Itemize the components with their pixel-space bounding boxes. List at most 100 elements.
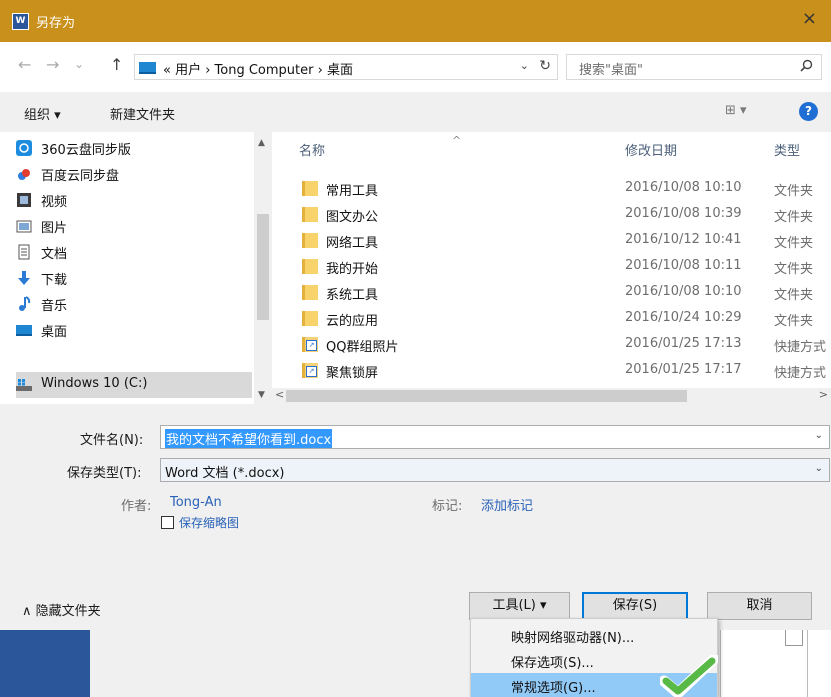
save-button[interactable]: 保存(S) bbox=[582, 592, 688, 620]
nav-item-pictures[interactable]: 图片 bbox=[16, 213, 252, 239]
scroll-left-icon[interactable]: < bbox=[275, 388, 284, 401]
scroll-up-icon[interactable]: ▲ bbox=[258, 138, 265, 148]
scrollbar-thumb[interactable] bbox=[286, 390, 687, 402]
organize-button[interactable]: 组织 ▾ bbox=[24, 104, 61, 123]
close-icon[interactable]: × bbox=[802, 9, 817, 29]
file-list: ^ 名称 修改日期 类型 常用工具 2016/10/08 10:10 文件夹 图… bbox=[272, 132, 831, 388]
file-row[interactable]: 图文办公 2016/10/08 10:39 文件夹 bbox=[272, 204, 831, 226]
author-label: 作者: bbox=[121, 499, 152, 514]
menu-item-map-network-drive[interactable]: 映射网络驱动器(N)... bbox=[471, 623, 717, 647]
up-arrow-icon[interactable]: ↑ bbox=[110, 55, 123, 74]
chevron-down-icon[interactable]: ⌄ bbox=[815, 463, 823, 474]
tags-field[interactable]: 添加标记 bbox=[481, 495, 533, 514]
title-bar: W 另存为 × bbox=[0, 0, 831, 42]
file-row[interactable]: 常用工具 2016/10/08 10:10 文件夹 bbox=[272, 178, 831, 200]
sort-ascending-icon: ^ bbox=[452, 134, 462, 147]
file-row[interactable]: 系统工具 2016/10/08 10:10 文件夹 bbox=[272, 282, 831, 304]
nav-item-downloads[interactable]: 下载 bbox=[16, 265, 252, 291]
save-thumbnail-label[interactable]: 保存缩略图 bbox=[179, 514, 239, 531]
help-icon[interactable]: ? bbox=[799, 102, 818, 121]
document-icon bbox=[16, 244, 32, 260]
file-type: 文件夹 bbox=[774, 236, 814, 251]
new-folder-button[interactable]: 新建文件夹 bbox=[110, 104, 175, 123]
author-field[interactable]: Tong-An bbox=[170, 495, 222, 510]
file-date: 2016/10/08 10:10 bbox=[625, 180, 742, 195]
filetype-value: Word 文档 (*.docx) bbox=[165, 466, 285, 481]
drive-icon bbox=[16, 377, 32, 393]
address-row: ← → ⌄ ↑ « 用户 › Tong Computer › 桌面 ⌄ ↻ 搜索… bbox=[0, 42, 831, 92]
search-icon[interactable] bbox=[800, 59, 813, 76]
file-name: 聚焦锁屏 bbox=[326, 366, 379, 381]
menu-item-label: 保存选项(S)... bbox=[511, 656, 594, 671]
file-type: 文件夹 bbox=[774, 314, 814, 329]
file-name: 云的应用 bbox=[326, 314, 379, 329]
background-document bbox=[720, 630, 831, 697]
nav-item-360-cloud[interactable]: 360云盘同步版 bbox=[16, 135, 252, 161]
file-row[interactable]: 云的应用 2016/10/24 10:29 文件夹 bbox=[272, 308, 831, 330]
filetype-select[interactable]: Word 文档 (*.docx) ⌄ bbox=[160, 458, 830, 482]
menu-item-label: 常规选项(G)... bbox=[511, 681, 596, 696]
menu-item-label: 映射网络驱动器(N)... bbox=[511, 631, 635, 646]
shortcut-icon bbox=[302, 337, 318, 352]
file-row[interactable]: QQ群组照片 2016/01/25 17:13 快捷方式 bbox=[272, 334, 831, 356]
folder-icon bbox=[302, 207, 318, 222]
nav-item-windows-c-drive[interactable]: Windows 10 (C:) bbox=[16, 372, 252, 398]
save-thumbnail-checkbox[interactable] bbox=[161, 516, 174, 529]
file-row[interactable]: 聚焦锁屏 2016/01/25 17:17 快捷方式 bbox=[272, 360, 831, 382]
forward-arrow-icon[interactable]: → bbox=[46, 55, 59, 74]
picture-icon bbox=[16, 218, 32, 234]
nav-item-label: 百度云同步盘 bbox=[41, 169, 120, 184]
folder-icon bbox=[302, 181, 318, 196]
nav-item-label: 图片 bbox=[41, 221, 68, 236]
file-type: 快捷方式 bbox=[774, 340, 827, 355]
view-options-icon[interactable]: ⊞ ▾ bbox=[725, 103, 747, 118]
background-box bbox=[785, 630, 803, 646]
refresh-icon[interactable]: ↻ bbox=[539, 58, 551, 74]
filename-value[interactable]: 我的文档不希望你看到.docx bbox=[165, 429, 333, 448]
file-date: 2016/10/08 10:10 bbox=[625, 284, 742, 299]
recent-locations-icon[interactable]: ⌄ bbox=[74, 57, 84, 71]
nav-item-documents[interactable]: 文档 bbox=[16, 239, 252, 265]
nav-item-desktop[interactable]: 桌面 bbox=[16, 317, 252, 343]
nav-item-label: 360云盘同步版 bbox=[41, 143, 131, 158]
column-header-type[interactable]: 类型 bbox=[774, 140, 800, 159]
command-toolbar: 组织 ▾ 新建文件夹 ⊞ ▾ ? bbox=[0, 92, 831, 132]
chevron-down-icon[interactable]: ⌄ bbox=[520, 59, 529, 72]
column-header-name[interactable]: 名称 bbox=[299, 140, 325, 159]
search-input[interactable]: 搜索"桌面" bbox=[566, 54, 822, 80]
file-list-scrollbar[interactable]: < > bbox=[272, 388, 831, 404]
file-date: 2016/01/25 17:17 bbox=[625, 362, 742, 377]
nav-pane-scrollbar[interactable]: ▲ ▼ bbox=[254, 132, 272, 404]
file-type: 文件夹 bbox=[774, 288, 814, 303]
nav-item-label: 音乐 bbox=[41, 299, 68, 314]
nav-item-label: 视频 bbox=[41, 195, 68, 210]
hide-folders-toggle[interactable]: ∧ 隐藏文件夹 bbox=[22, 600, 101, 619]
word-app-icon: W bbox=[12, 13, 29, 30]
scroll-right-icon[interactable]: > bbox=[819, 388, 828, 401]
address-bar[interactable]: « 用户 › Tong Computer › 桌面 ⌄ ↻ bbox=[134, 54, 558, 80]
nav-item-label: 桌面 bbox=[41, 325, 68, 340]
desktop-folder-icon bbox=[139, 62, 156, 74]
cancel-button[interactable]: 取消 bbox=[707, 592, 812, 620]
cloud-icon bbox=[16, 140, 32, 156]
nav-item-baidu-cloud[interactable]: 百度云同步盘 bbox=[16, 161, 252, 187]
nav-item-videos[interactable]: 视频 bbox=[16, 187, 252, 213]
back-arrow-icon[interactable]: ← bbox=[18, 55, 31, 74]
dialog-title: 另存为 bbox=[36, 16, 76, 31]
file-type: 文件夹 bbox=[774, 262, 814, 277]
filename-input[interactable]: 我的文档不希望你看到.docx ⌄ bbox=[160, 425, 830, 449]
breadcrumb[interactable]: « 用户 › Tong Computer › 桌面 bbox=[163, 59, 353, 78]
file-row[interactable]: 网络工具 2016/10/12 10:41 文件夹 bbox=[272, 230, 831, 252]
nav-item-music[interactable]: 音乐 bbox=[16, 291, 252, 317]
scrollbar-thumb[interactable] bbox=[257, 214, 269, 320]
tools-button[interactable]: 工具(L) ▾ bbox=[469, 592, 570, 620]
filetype-label: 保存类型(T): bbox=[67, 466, 142, 481]
folder-icon bbox=[302, 259, 318, 274]
column-header-date[interactable]: 修改日期 bbox=[625, 140, 677, 159]
scroll-down-icon[interactable]: ▼ bbox=[258, 390, 265, 400]
chevron-down-icon[interactable]: ⌄ bbox=[815, 430, 823, 441]
filename-label: 文件名(N): bbox=[80, 433, 144, 448]
folder-icon bbox=[302, 311, 318, 326]
navigation-pane: 360云盘同步版 百度云同步盘 视频 图片 文档 下载 音乐 桌面 Window… bbox=[0, 132, 272, 404]
file-row[interactable]: 我的开始 2016/10/08 10:11 文件夹 bbox=[272, 256, 831, 278]
